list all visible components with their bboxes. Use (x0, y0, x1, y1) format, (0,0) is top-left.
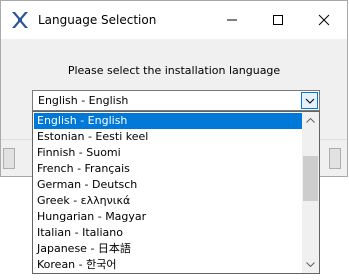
language-option[interactable]: French - Français (34, 161, 302, 177)
language-option[interactable]: German - Deutsch (34, 177, 302, 193)
scroll-down-button[interactable] (302, 256, 319, 273)
language-dropdown-list[interactable]: English - English Estonian - Eesti keel Fi… (32, 111, 320, 274)
dropdown-scrollbar[interactable] (302, 112, 319, 273)
combobox-selected-value: English - English (38, 94, 129, 107)
language-option[interactable]: Finnish - Suomi (34, 145, 302, 161)
screen: Language Selection Please select the ins… (0, 0, 349, 280)
language-option[interactable]: Italian - Italiano (34, 225, 302, 241)
minimize-button[interactable] (209, 1, 255, 39)
language-combobox[interactable]: English - English (32, 90, 320, 111)
language-options: English - English Estonian - Eesti keel Fi… (34, 113, 302, 273)
minimize-icon (227, 19, 237, 21)
title-bar[interactable]: Language Selection (1, 1, 347, 39)
maximize-icon (273, 15, 283, 25)
language-option[interactable]: Japanese - 日本語 (34, 241, 302, 257)
chevron-down-icon (305, 98, 315, 104)
chevron-up-icon (306, 118, 315, 123)
footer-button-partial[interactable] (329, 148, 341, 169)
maximize-button[interactable] (255, 1, 301, 39)
scrollbar-thumb[interactable] (303, 156, 318, 201)
language-option[interactable]: Korean - 한국어 (34, 257, 302, 273)
language-option[interactable]: English - English (34, 113, 302, 129)
language-option[interactable]: Estonian - Eesti keel (34, 129, 302, 145)
window-title: Language Selection (38, 13, 157, 27)
scroll-up-button[interactable] (302, 112, 319, 129)
installer-x-logo-icon (11, 11, 29, 29)
close-icon (318, 14, 330, 26)
prompt-text: Please select the installation language (67, 64, 281, 77)
language-option[interactable]: Hungarian - Magyar (34, 209, 302, 225)
close-button[interactable] (301, 1, 347, 39)
chevron-down-icon (306, 262, 315, 267)
language-option[interactable]: Greek - ελληνικά (34, 193, 302, 209)
footer-button-partial[interactable] (3, 148, 15, 169)
combobox-dropdown-button[interactable] (301, 92, 318, 109)
